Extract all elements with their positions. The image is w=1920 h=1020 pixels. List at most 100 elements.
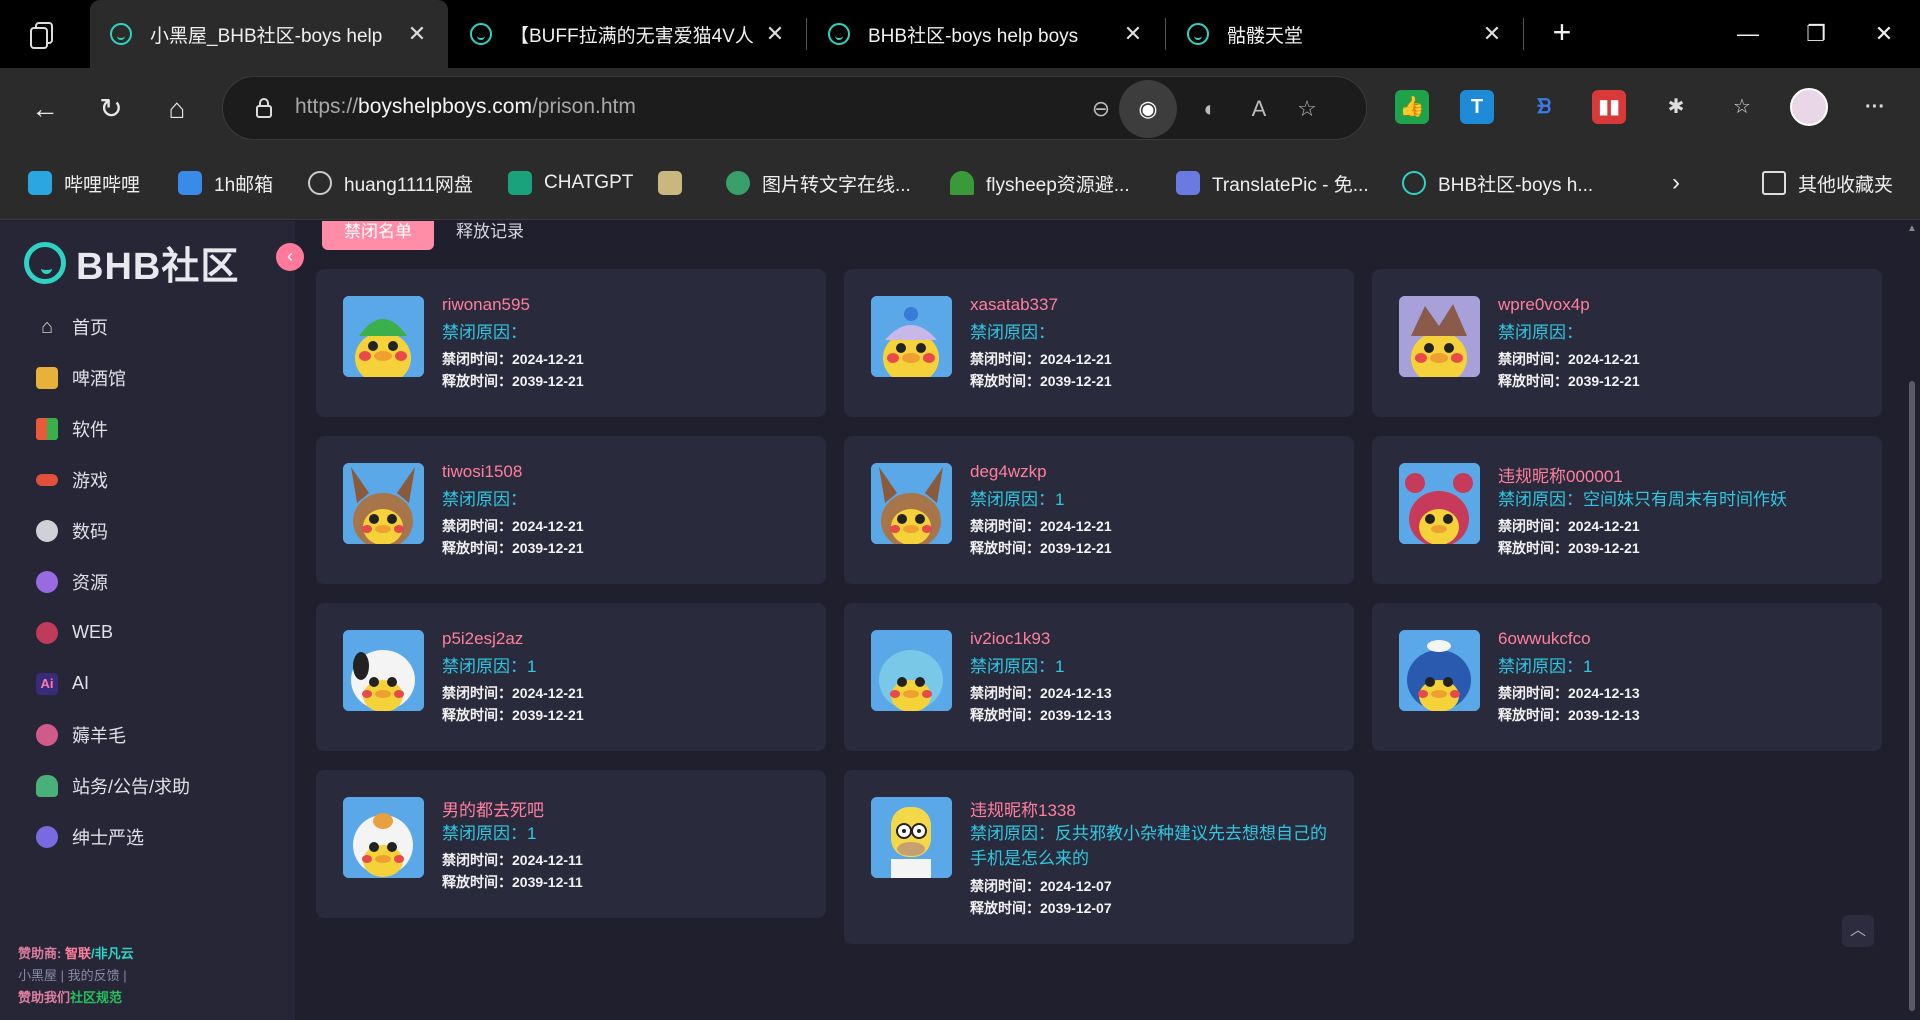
new-tab-button[interactable]: + xyxy=(1545,14,1579,51)
username[interactable]: deg4wzkp xyxy=(970,462,1047,482)
favorite-star-icon[interactable]: ☆ xyxy=(1289,91,1325,127)
translate-t-extension-icon[interactable]: T xyxy=(1460,90,1494,124)
username[interactable]: 违规昵称000001 xyxy=(1498,462,1623,487)
profile-avatar[interactable] xyxy=(1790,88,1828,126)
restore-icon[interactable]: ❐ xyxy=(1796,18,1836,50)
browser-tab-0[interactable]: 小黑屋_BHB社区-boys help ✕ xyxy=(90,0,448,68)
refresh-icon[interactable]: ↻ xyxy=(92,90,130,128)
bookmark-1h-mail[interactable]: 1h邮箱 xyxy=(178,168,273,198)
user-avatar[interactable] xyxy=(871,630,952,711)
other-bookmarks-folder[interactable]: 其他收藏夹 xyxy=(1762,168,1893,198)
bookmark-translatepic[interactable]: TranslatePic - 免... xyxy=(1176,168,1369,198)
bing-extension-icon[interactable]: ᗽ xyxy=(1527,90,1561,124)
lock-icon[interactable] xyxy=(255,97,273,119)
browser-tab-2[interactable]: BHB社区-boys help boys ✕ xyxy=(808,0,1164,68)
bookmark-huang-drive[interactable]: huang1111网盘 xyxy=(308,168,473,198)
footer-links[interactable]: 小黑屋 | 我的反馈 | xyxy=(18,965,134,987)
edge-icon[interactable]: ◐ xyxy=(1192,91,1228,127)
username[interactable]: p5i2esj2az xyxy=(442,629,523,649)
banned-user-card[interactable]: 6owwukcfco 禁闭原因：1 禁闭时间：2024-12-13 释放时间：2… xyxy=(1372,603,1882,751)
banned-user-card[interactable]: wpre0vox4p 禁闭原因： 禁闭时间：2024-12-21 释放时间：20… xyxy=(1372,269,1882,417)
bookmarks-overflow-chevron-icon[interactable]: › xyxy=(1672,168,1680,198)
username[interactable]: iv2ioc1k93 xyxy=(970,629,1050,649)
close-tab-icon[interactable]: ✕ xyxy=(1481,21,1503,47)
banned-user-card[interactable]: 违规昵称1338 禁闭原因：反共邪教小杂种建议先去想想自己的手机是怎么来的 禁闭… xyxy=(844,770,1354,944)
bookmark-bhb[interactable]: BHB社区-boys h... xyxy=(1402,168,1593,198)
sidebar-item-deals[interactable]: 薅羊毛 xyxy=(0,709,295,760)
tracking-prevention-icon[interactable]: ◉ xyxy=(1119,80,1177,138)
user-avatar[interactable] xyxy=(343,630,424,711)
thumbs-up-extension-icon[interactable]: 👍 xyxy=(1395,90,1429,124)
banned-user-card[interactable]: xasatab337 禁闭原因： 禁闭时间：2024-12-21 释放时间：20… xyxy=(844,269,1354,417)
back-to-top-button[interactable]: ︿ xyxy=(1842,915,1874,947)
sidebar-item-software[interactable]: 软件 xyxy=(0,403,295,454)
user-avatar[interactable] xyxy=(1399,630,1480,711)
user-avatar[interactable] xyxy=(343,296,424,377)
red-extension-icon[interactable]: ▮▮ xyxy=(1592,90,1626,124)
address-bar[interactable]: https://boyshelpboys.com/prison.htm ⊖ ◉ … xyxy=(222,76,1367,140)
close-tab-icon[interactable]: ✕ xyxy=(1122,21,1144,47)
sidebar-item-ai[interactable]: Ai AI xyxy=(0,658,295,709)
user-avatar[interactable] xyxy=(1399,296,1480,377)
banned-user-card[interactable]: p5i2esj2az 禁闭原因：1 禁闭时间：2024-12-21 释放时间：2… xyxy=(316,603,826,751)
username[interactable]: 违规昵称1338 xyxy=(970,796,1076,821)
banned-user-card[interactable]: riwonan595 禁闭原因： 禁闭时间：2024-12-21 释放时间：20… xyxy=(316,269,826,417)
user-avatar[interactable] xyxy=(871,296,952,377)
bookmark-chatgpt[interactable]: CHATGPT xyxy=(508,168,633,198)
sidebar-item-announcements[interactable]: 站务/公告/求助 xyxy=(0,760,295,811)
favorites-list-icon[interactable]: ☆ xyxy=(1725,90,1759,124)
more-menu-icon[interactable]: ··· xyxy=(1858,90,1892,124)
minimize-icon[interactable]: — xyxy=(1728,18,1768,50)
sponsor-link-zhilian[interactable]: 智联 xyxy=(65,946,91,961)
sidebar-collapse-button[interactable]: ‹ xyxy=(276,243,304,271)
page-scrollbar[interactable]: ▲ xyxy=(1904,221,1920,1020)
close-tab-icon[interactable]: ✕ xyxy=(764,21,786,47)
banned-user-card[interactable]: deg4wzkp 禁闭原因：1 禁闭时间：2024-12-21 释放时间：203… xyxy=(844,436,1354,584)
username[interactable]: xasatab337 xyxy=(970,295,1058,315)
username[interactable]: wpre0vox4p xyxy=(1498,295,1590,315)
sidebar-item-home[interactable]: ⌂ 首页 xyxy=(0,301,295,352)
user-avatar[interactable] xyxy=(343,797,424,878)
banned-user-card[interactable]: iv2ioc1k93 禁闭原因：1 禁闭时间：2024-12-13 释放时间：2… xyxy=(844,603,1354,751)
scroll-up-arrow-icon[interactable]: ▲ xyxy=(1907,223,1917,234)
browser-tab-1[interactable]: 【BUFF拉满的无害爱猫4V人 ✕ xyxy=(450,0,806,68)
zoom-out-icon[interactable]: ⊖ xyxy=(1083,91,1119,127)
sidebar-item-games[interactable]: 游戏 xyxy=(0,454,295,505)
support-us-link[interactable]: 赞助我们 xyxy=(18,990,70,1005)
username[interactable]: 6owwukcfco xyxy=(1498,629,1591,649)
user-avatar[interactable] xyxy=(1399,463,1480,544)
banned-user-card[interactable]: 男的都去死吧 禁闭原因：1 禁闭时间：2024-12-11 释放时间：2039-… xyxy=(316,770,826,918)
sponsor-link-feifanyun[interactable]: /非凡云 xyxy=(91,946,134,961)
username[interactable]: 男的都去死吧 xyxy=(442,796,544,821)
bookmark-flysheep[interactable]: flysheep资源避... xyxy=(950,168,1130,198)
username[interactable]: riwonan595 xyxy=(442,295,530,315)
site-logo[interactable]: BHB社区 xyxy=(24,235,239,290)
sidebar-item-digital[interactable]: 数码 xyxy=(0,505,295,556)
user-avatar[interactable] xyxy=(871,463,952,544)
community-rules-link[interactable]: 社区规范 xyxy=(70,990,122,1005)
bookmark-bilibili[interactable]: 哔哩哔哩 xyxy=(28,168,140,198)
tab-actions-icon[interactable] xyxy=(28,20,60,50)
read-aloud-icon[interactable]: A xyxy=(1241,91,1277,127)
tab-banned-list[interactable]: 禁闭名单 xyxy=(322,221,434,250)
bookmark-ocr[interactable]: 图片转文字在线... xyxy=(726,168,911,198)
browser-tab-3[interactable]: 骷髅天堂 ✕ xyxy=(1167,0,1523,68)
url-text[interactable]: https://boyshelpboys.com/prison.htm xyxy=(295,95,636,119)
home-icon[interactable]: ⌂ xyxy=(158,90,196,128)
bookmark-image[interactable] xyxy=(658,168,694,198)
sidebar-item-gentleman[interactable]: 绅士严选 xyxy=(0,811,295,862)
sidebar-item-beer[interactable]: 啤酒馆 xyxy=(0,352,295,403)
tab-release-records[interactable]: 释放记录 xyxy=(456,221,524,242)
user-avatar[interactable] xyxy=(871,797,952,878)
username[interactable]: tiwosi1508 xyxy=(442,462,522,482)
sidebar-item-web[interactable]: WEB xyxy=(0,607,295,658)
window-close-icon[interactable]: ✕ xyxy=(1864,18,1904,50)
back-arrow-icon[interactable]: ← xyxy=(26,90,64,128)
banned-user-card[interactable]: 违规昵称000001 禁闭原因：空间妹只有周末有时间作妖 禁闭时间：2024-1… xyxy=(1372,436,1882,584)
sidebar-item-resources[interactable]: 资源 xyxy=(0,556,295,607)
close-tab-icon[interactable]: ✕ xyxy=(406,21,428,47)
scrollbar-thumb[interactable] xyxy=(1909,381,1915,1011)
extensions-puzzle-icon[interactable]: ✱ xyxy=(1659,90,1693,124)
user-avatar[interactable] xyxy=(343,463,424,544)
banned-user-card[interactable]: tiwosi1508 禁闭原因： 禁闭时间：2024-12-21 释放时间：20… xyxy=(316,436,826,584)
